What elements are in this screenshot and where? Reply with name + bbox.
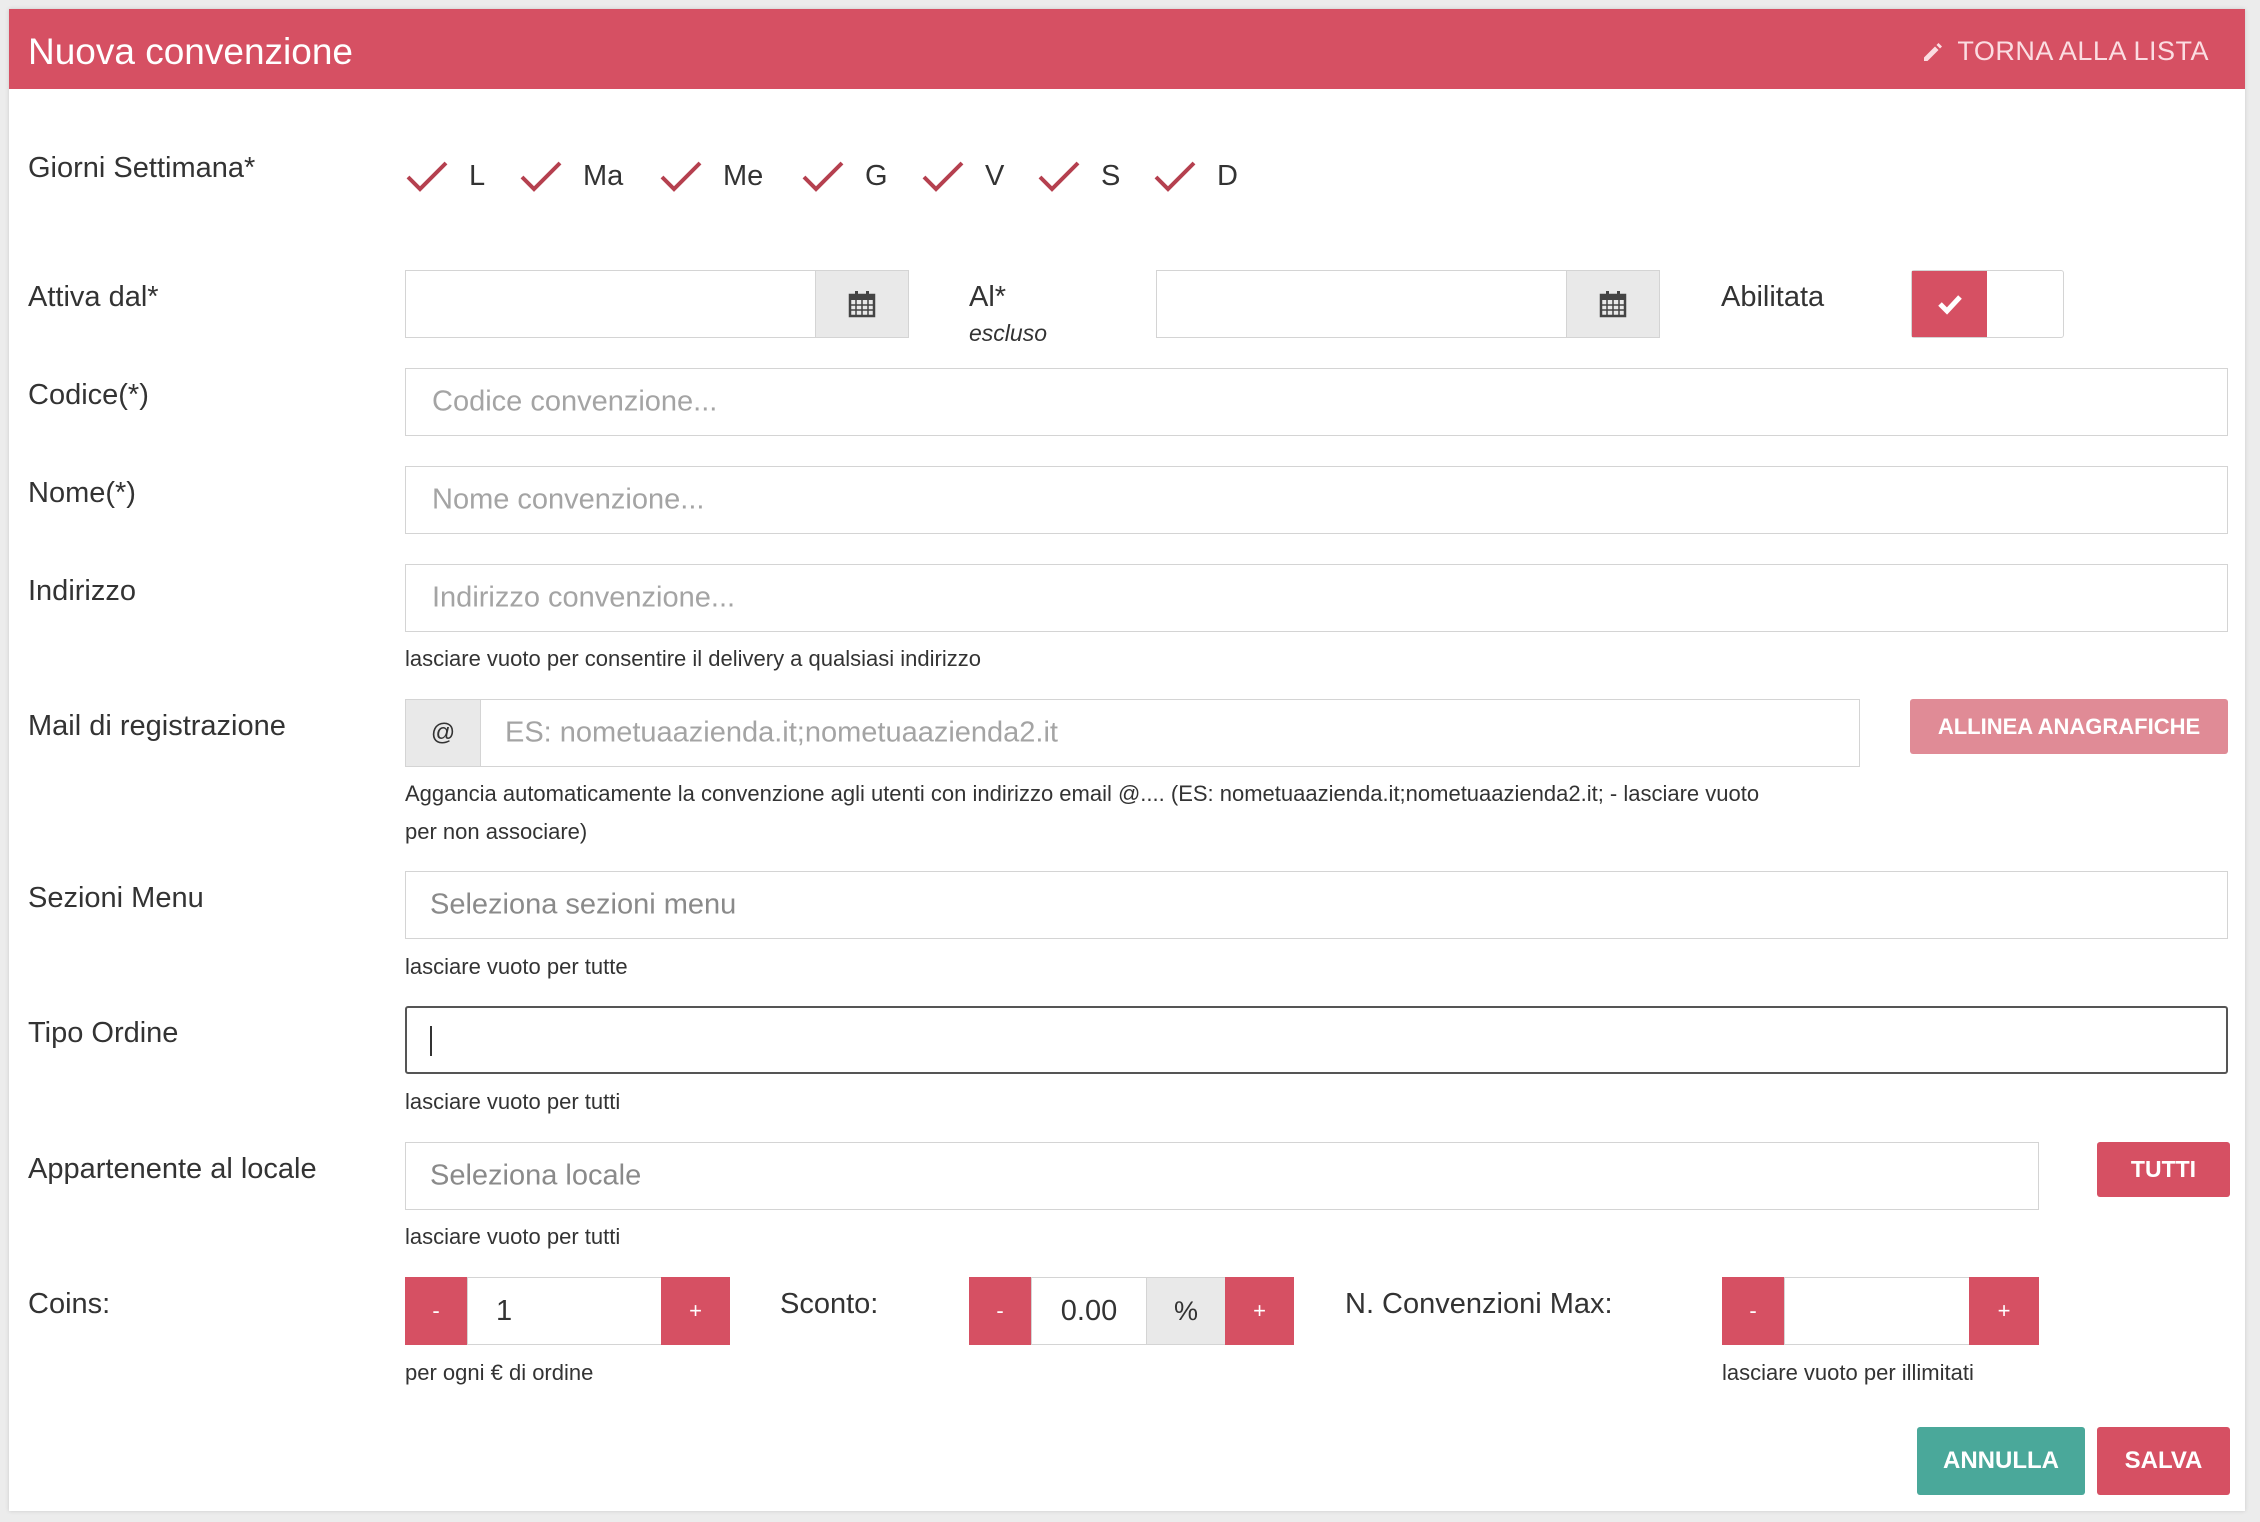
active-to-sublabel: escluso [969,320,1047,346]
all-locals-button[interactable]: TUTTI [2097,1142,2230,1197]
coins-help: per ogni € di ordine [405,1360,594,1385]
address-placeholder: Indirizzo convenzione... [432,581,736,614]
code-input[interactable]: Codice convenzione... [405,368,2228,436]
calendar-icon [1599,291,1627,318]
day-label: G [865,159,888,192]
back-to-list-label: TORNA ALLA LISTA [1957,36,2209,66]
name-label: Nome(*) [28,477,136,509]
mail-domains-input[interactable]: ES: nometuaazienda.it;nometuaazienda2.it [480,699,1860,767]
mail-help-line1: Aggancia automaticamente la convenzione … [405,781,1760,806]
day-checkbox-l[interactable]: L [405,159,485,193]
address-input[interactable]: Indirizzo convenzione... [405,564,2228,632]
checkmark-icon [660,161,702,192]
calendar-icon [848,291,876,318]
checkmark-icon [802,161,844,192]
menu-sections-select[interactable]: Seleziona sezioni menu [405,871,2228,939]
active-to-input[interactable] [1156,270,1567,338]
name-input[interactable]: Nome convenzione... [405,466,2228,534]
day-label: S [1101,159,1121,192]
check-icon [1937,295,1962,315]
max-conventions-increment-button[interactable]: + [1969,1277,2039,1345]
align-records-button[interactable]: ALLINEA ANAGRAFICHE [1910,699,2228,754]
day-checkbox-me[interactable]: Me [659,159,763,193]
local-label: Appartenente al locale [28,1153,317,1185]
enabled-toggle[interactable] [1911,270,2064,338]
order-type-input[interactable] [405,1006,2228,1074]
discount-increment-button[interactable]: + [1225,1277,1294,1345]
enabled-label: Abilitata [1721,281,1825,313]
day-label: V [985,159,1005,192]
day-checkbox-s[interactable]: S [1037,159,1120,193]
menu-sections-label: Sezioni Menu [28,882,204,914]
max-conventions-input[interactable] [1784,1277,1970,1345]
address-label: Indirizzo [28,575,136,607]
mail-domains-placeholder: ES: nometuaazienda.it;nometuaazienda2.it [505,716,1058,749]
coins-label: Coins: [28,1288,111,1320]
coins-decrement-button[interactable]: - [405,1277,467,1345]
discount-decrement-button[interactable]: - [969,1277,1031,1345]
coins-value: 1 [496,1294,513,1327]
code-placeholder: Codice convenzione... [432,385,718,418]
active-to-label: Al* [969,281,1007,313]
day-checkbox-ma[interactable]: Ma [519,159,623,193]
checkmark-icon [1154,161,1196,192]
enabled-toggle-on [1912,271,1987,337]
max-conventions-label: N. Convenzioni Max: [1345,1288,1613,1320]
save-button[interactable]: SALVA [2097,1427,2230,1495]
menu-sections-help: lasciare vuoto per tutte [405,954,628,979]
back-to-list-link[interactable]: TORNA ALLA LISTA [1921,36,2209,67]
coins-input[interactable]: 1 [467,1277,662,1345]
pencil-icon [1924,42,1943,61]
panel-header: Nuova convenzione TORNA ALLA LISTA [9,9,2245,89]
day-checkbox-g[interactable]: G [801,159,888,193]
day-label: Ma [583,159,624,192]
discount-input[interactable]: 0.00 [1031,1277,1147,1345]
day-label: D [1217,159,1238,192]
text-cursor [430,1026,432,1056]
coins-increment-button[interactable]: + [661,1277,730,1345]
checkmark-icon [922,161,964,192]
menu-sections-placeholder: Seleziona sezioni menu [430,888,737,921]
checkmark-icon [520,161,562,192]
local-placeholder: Seleziona locale [430,1159,642,1192]
discount-label: Sconto: [780,1288,879,1320]
mail-label: Mail di registrazione [28,710,286,742]
day-label: Me [723,159,764,192]
day-label: L [469,159,486,192]
discount-value: 0.00 [1060,1294,1118,1327]
order-type-help: lasciare vuoto per tutti [405,1089,621,1114]
active-from-label: Attiva dal* [28,281,159,313]
max-conventions-decrement-button[interactable]: - [1722,1277,1784,1345]
max-conventions-help: lasciare vuoto per illimitati [1722,1360,1974,1385]
percent-addon: % [1146,1277,1226,1345]
mail-at-addon: @ [405,699,481,767]
page-title: Nuova convenzione [28,31,353,72]
local-help: lasciare vuoto per tutti [405,1224,621,1249]
active-from-input[interactable] [405,270,816,338]
days-label: Giorni Settimana* [28,152,256,184]
local-select[interactable]: Seleziona locale [405,1142,2039,1210]
code-label: Codice(*) [28,379,149,411]
mail-help-line2: per non associare) [405,819,588,844]
name-placeholder: Nome convenzione... [432,483,705,516]
day-checkbox-v[interactable]: V [921,159,1004,193]
cancel-button[interactable]: ANNULLA [1917,1427,2085,1495]
day-checkbox-d[interactable]: D [1153,159,1238,193]
order-type-label: Tipo Ordine [28,1017,179,1049]
active-from-calendar-button[interactable] [815,270,909,338]
checkmark-icon [406,161,448,192]
address-help: lasciare vuoto per consentire il deliver… [405,646,981,671]
form-panel: Nuova convenzione TORNA ALLA LISTA Giorn… [9,9,2245,1511]
checkmark-icon [1038,161,1080,192]
active-to-calendar-button[interactable] [1566,270,1660,338]
